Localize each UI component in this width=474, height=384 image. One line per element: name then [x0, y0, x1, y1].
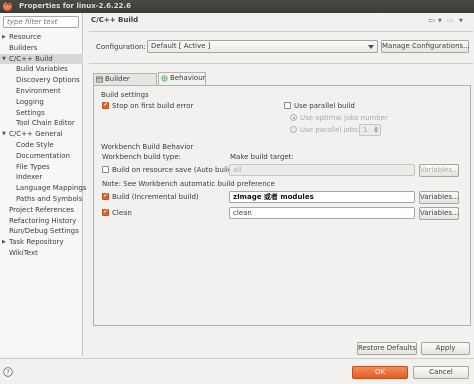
expand-arrow-icon[interactable]: ▶: [2, 32, 6, 43]
restore-defaults-button[interactable]: Restore Defaults: [357, 342, 417, 355]
page-title: C/C++ Build: [91, 16, 139, 24]
sidebar-item-resource[interactable]: ▶ Resource: [0, 32, 83, 43]
svg-text:?: ?: [6, 369, 10, 377]
configuration-value: Default [ Active ]: [151, 42, 211, 50]
sidebar-item-language-mappings[interactable]: Language Mappings: [0, 183, 86, 194]
filter-input[interactable]: [3, 16, 79, 28]
sidebar-item-project-references[interactable]: Project References: [0, 205, 83, 216]
dropdown-arrow-icon: [368, 45, 374, 49]
tab-behaviour[interactable]: Behaviour: [158, 72, 206, 85]
incremental-build-checkbox[interactable]: [102, 191, 109, 200]
sidebar-item-settings[interactable]: Settings: [0, 108, 83, 119]
sidebar-item-indexer[interactable]: Indexer: [0, 172, 83, 183]
auto-build-checkbox[interactable]: [102, 166, 109, 173]
sidebar-item-task-repository[interactable]: ▶ Task Repository: [0, 237, 83, 248]
forward-arrow-icon[interactable]: ⇨: [447, 16, 454, 25]
sidebar-item-cpp-build[interactable]: ▼ C/C++ Build: [0, 53, 83, 65]
stop-on-first-error-label: Stop on first build error: [112, 102, 194, 110]
sidebar-item-cpp-general[interactable]: ▼ C/C++ General: [0, 129, 83, 140]
apply-button[interactable]: Apply: [421, 342, 470, 355]
help-icon[interactable]: ?: [3, 367, 13, 377]
auto-build-target-input[interactable]: all: [229, 164, 415, 176]
clean-checkbox[interactable]: [102, 207, 109, 216]
workbench-note: Note: See Workbench automatic build pref…: [102, 180, 275, 188]
make-build-target-header: Make build target:: [230, 153, 294, 161]
back-menu-chevron-icon[interactable]: ▼: [438, 18, 442, 24]
header-divider: [89, 31, 473, 32]
window-close-icon[interactable]: [3, 0, 12, 11]
clean-variables-button[interactable]: Variables...: [419, 207, 459, 220]
sidebar-item-code-style[interactable]: Code Style: [0, 140, 83, 151]
use-optimal-jobs-label: Use optimal jobs number: [300, 114, 388, 122]
use-parallel-jobs-label: Use parallel jobs:: [300, 126, 361, 134]
use-parallel-build-checkbox[interactable]: [284, 102, 291, 109]
sidebar-item-paths-and-symbols[interactable]: Paths and Symbols: [0, 194, 83, 205]
incremental-build-variables-button[interactable]: Variables...: [419, 191, 459, 204]
sidebar-item-builders[interactable]: Builders: [0, 43, 83, 54]
configuration-select[interactable]: Default [ Active ]: [147, 40, 378, 53]
sidebar-item-documentation[interactable]: Documentation: [0, 151, 83, 162]
behaviour-icon: [161, 75, 168, 82]
workbench-build-type-header: Workbench build type:: [102, 153, 181, 161]
configuration-label: Configuration:: [96, 43, 146, 51]
workbench-group-title: Workbench Build Behavior: [101, 143, 194, 151]
collapse-arrow-icon[interactable]: ▼: [2, 54, 6, 65]
sidebar-item-refactoring-history[interactable]: Refactoring History: [0, 216, 83, 227]
builder-settings-icon: [96, 76, 103, 83]
behaviour-panel: [93, 85, 471, 326]
use-parallel-jobs-radio[interactable]: [290, 126, 297, 133]
build-settings-group-title: Build settings: [101, 91, 149, 99]
sidebar-item-run-debug-settings[interactable]: Run/Debug Settings: [0, 226, 83, 237]
property-sidebar: ▶Resource Builders ▼C/C++ Build Build Va…: [0, 13, 86, 356]
sidebar-item-tool-chain-editor[interactable]: Tool Chain Editor: [0, 118, 83, 129]
parallel-jobs-value: 1: [363, 126, 368, 134]
incremental-build-target-input[interactable]: zImage 或者 modules: [229, 191, 415, 203]
collapse-arrow-icon[interactable]: ▼: [2, 129, 6, 140]
clean-label: Clean: [112, 209, 132, 217]
auto-build-variables-button[interactable]: Variables...: [419, 164, 459, 177]
sidebar-item-discovery-options[interactable]: Discovery Options: [0, 75, 83, 86]
sidebar-item-build-variables[interactable]: Build Variables: [0, 64, 83, 75]
ok-button[interactable]: OK: [352, 366, 408, 379]
footer-divider: [0, 358, 474, 359]
tab-builder-settings[interactable]: Builder Settings: [93, 73, 157, 94]
back-arrow-icon[interactable]: ⇦: [428, 16, 435, 25]
window-title: Properties for linux-2.6.22.6: [19, 2, 131, 10]
property-tree: ▶ Resource Builders ▼ C/C++ Build Build Va…: [0, 32, 86, 259]
clean-target-input[interactable]: clean: [229, 207, 415, 219]
use-optimal-jobs-radio[interactable]: [290, 114, 297, 121]
manage-configurations-button[interactable]: Manage Configurations...: [381, 40, 470, 53]
view-menu-chevron-icon[interactable]: ▼: [459, 18, 463, 24]
parallel-jobs-spinner[interactable]: 1 ▲ ▼: [359, 124, 381, 136]
stop-on-first-error-checkbox[interactable]: [102, 100, 109, 109]
sidebar-item-environment[interactable]: Environment: [0, 86, 83, 97]
sidebar-item-wikitext[interactable]: WikiText: [0, 248, 83, 259]
spinner-arrows-icon[interactable]: ▲ ▼: [374, 126, 378, 135]
sidebar-item-logging[interactable]: Logging: [0, 97, 83, 108]
cancel-button[interactable]: Cancel: [413, 366, 469, 379]
config-divider: [89, 63, 473, 64]
incremental-build-label: Build (Incremental build): [112, 193, 199, 201]
window-titlebar: Properties for linux-2.6.22.6: [0, 0, 474, 13]
expand-arrow-icon[interactable]: ▶: [2, 237, 6, 248]
use-parallel-build-label: Use parallel build: [294, 102, 355, 110]
auto-build-label: Build on resource save (Auto build): [112, 166, 236, 174]
page-header: C/C++ Build ⇦ ▼ ⇨ ▼: [91, 15, 471, 27]
sidebar-item-file-types[interactable]: File Types: [0, 162, 83, 173]
